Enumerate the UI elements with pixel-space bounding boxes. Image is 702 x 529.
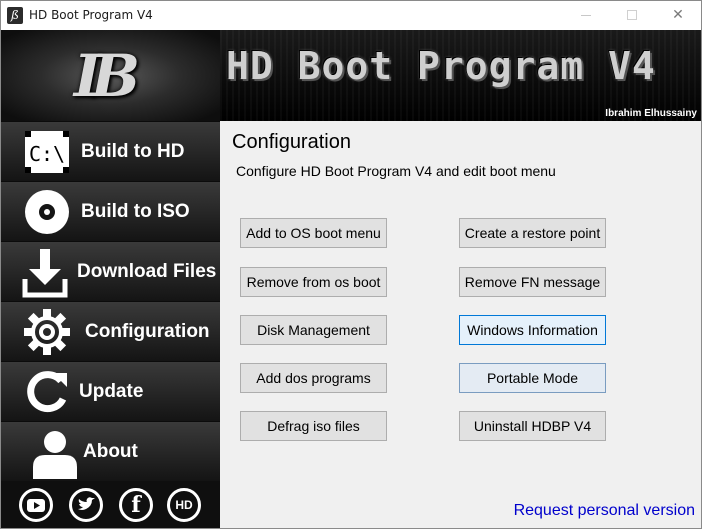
hd-logo-icon[interactable]: HD — [167, 488, 201, 522]
download-icon — [21, 249, 69, 298]
sidebar-item-label: Download Files — [77, 261, 217, 282]
app-icon: ß — [7, 7, 23, 24]
gear-icon — [23, 309, 71, 355]
maximize-button[interactable] — [609, 1, 655, 30]
add-dos-programs-button[interactable]: Add dos programs — [240, 363, 387, 393]
sidebar-item-about[interactable]: About — [1, 421, 220, 481]
windows-information-button[interactable]: Windows Information — [459, 315, 606, 345]
sidebar-item-build-to-iso[interactable]: Build to ISO — [1, 181, 220, 241]
minimize-icon — [581, 15, 591, 16]
sidebar-item-label: Build to HD — [81, 141, 185, 162]
close-button[interactable]: ✕ — [655, 1, 701, 30]
app-logo: IB — [73, 42, 140, 110]
sidebar-item-update[interactable]: Update — [1, 361, 220, 421]
sidebar-item-label: Build to ISO — [81, 201, 190, 222]
minimize-button[interactable] — [563, 1, 609, 30]
remove-from-os-boot-button[interactable]: Remove from os boot — [240, 267, 387, 297]
portable-mode-button[interactable]: Portable Mode — [459, 363, 606, 393]
app-window: ß HD Boot Program V4 ✕ IB C:\ Build to H… — [0, 0, 702, 529]
title-bar: ß HD Boot Program V4 ✕ — [1, 1, 701, 30]
remove-fn-message-button[interactable]: Remove FN message — [459, 267, 606, 297]
sidebar-item-download-files[interactable]: Download Files — [1, 241, 220, 301]
page-subtitle: Configure HD Boot Program V4 and edit bo… — [236, 163, 556, 179]
add-to-os-boot-menu-button[interactable]: Add to OS boot menu — [240, 218, 387, 248]
configuration-panel: Configuration Configure HD Boot Program … — [220, 121, 701, 528]
user-icon — [31, 429, 79, 479]
author-credit: Ibrahim Elhussainy — [605, 108, 697, 119]
facebook-icon[interactable]: f — [119, 488, 153, 522]
social-links: f HD — [1, 481, 220, 528]
logo-area: IB — [1, 30, 220, 121]
page-title: Configuration — [232, 131, 351, 153]
sidebar: IB C:\ Build to HD Build to ISO Download… — [1, 30, 220, 528]
maximize-icon — [627, 10, 637, 20]
header-banner: HD Boot Program V4 Ibrahim Elhussainy — [220, 30, 701, 121]
youtube-icon[interactable] — [19, 488, 53, 522]
sidebar-item-build-to-hd[interactable]: C:\ Build to HD — [1, 121, 220, 181]
defrag-iso-files-button[interactable]: Defrag iso files — [240, 411, 387, 441]
sidebar-item-label: Update — [79, 381, 144, 402]
drive-icon: C:\ — [23, 129, 71, 175]
refresh-icon — [23, 369, 71, 415]
drive-icon-text: C:\ — [29, 142, 65, 166]
disk-management-button[interactable]: Disk Management — [240, 315, 387, 345]
sidebar-item-configuration[interactable]: Configuration — [1, 301, 220, 361]
uninstall-hdbp-button[interactable]: Uninstall HDBP V4 — [459, 411, 606, 441]
twitter-icon[interactable] — [69, 488, 103, 522]
banner-title: HD Boot Program V4 — [226, 44, 656, 88]
close-icon: ✕ — [672, 7, 684, 23]
window-title: HD Boot Program V4 — [29, 8, 153, 22]
create-restore-point-button[interactable]: Create a restore point — [459, 218, 606, 248]
sidebar-item-label: Configuration — [85, 321, 210, 342]
sidebar-item-label: About — [83, 441, 138, 462]
request-personal-version-link[interactable]: Request personal version — [514, 502, 695, 520]
disc-icon — [23, 189, 71, 235]
